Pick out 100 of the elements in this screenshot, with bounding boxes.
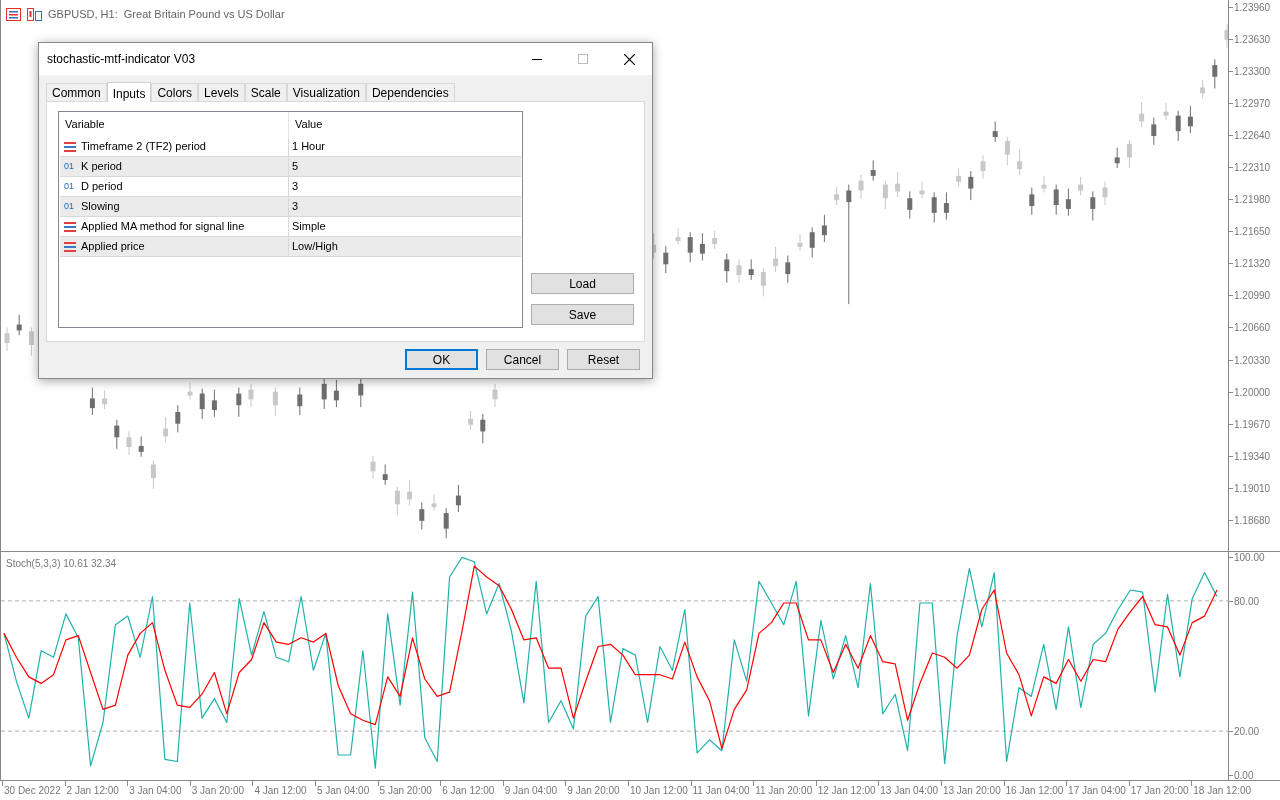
candlestick <box>687 231 693 263</box>
variable-value: 5 <box>291 159 299 175</box>
variable-value: 1 Hour <box>291 139 326 155</box>
candlestick <box>419 501 425 531</box>
time-label: 11 Jan 04:00 <box>691 784 751 798</box>
dialog-title: stochastic-mtf-indicator V03 <box>47 51 197 68</box>
candlestick <box>724 253 730 284</box>
table-row[interactable]: 01 Slowing 3 <box>60 197 521 217</box>
dialog-tab[interactable]: Colors <box>151 83 199 101</box>
time-label: 5 Jan 04:00 <box>315 784 371 798</box>
price-label: 1.20000 <box>1234 385 1271 400</box>
candlestick <box>675 227 681 246</box>
candlestick <box>797 233 803 252</box>
time-label: 17 Jan 04:00 <box>1067 784 1127 798</box>
candlestick <box>150 460 156 490</box>
candlestick <box>272 387 278 417</box>
candlestick <box>236 387 242 418</box>
dialog-button[interactable]: OK <box>405 349 478 370</box>
time-label: 30 Dec 2022 <box>3 784 62 798</box>
candlestick <box>175 404 181 433</box>
candlestick <box>736 258 742 284</box>
candlestick <box>907 190 913 220</box>
candlestick <box>358 377 364 408</box>
side-button[interactable]: Load <box>531 273 634 294</box>
price-label: 1.19340 <box>1234 449 1271 464</box>
candlestick <box>821 214 827 243</box>
time-label: 4 Jan 12:00 <box>253 784 308 798</box>
table-icon[interactable] <box>6 7 21 21</box>
side-button[interactable]: Save <box>531 304 634 325</box>
candlestick <box>919 181 925 199</box>
dialog-tab[interactable]: Scale <box>244 83 287 101</box>
dialog-button[interactable]: Cancel <box>486 349 559 370</box>
candlestick <box>1126 139 1132 169</box>
variable-name: Slowing <box>81 199 120 215</box>
time-label: 3 Jan 20:00 <box>190 784 246 798</box>
maximize-icon <box>578 54 588 64</box>
price-label: 1.21980 <box>1234 193 1271 208</box>
table-row[interactable]: 01 K period 5 <box>60 157 521 177</box>
time-label: 3 Jan 04:00 <box>128 784 183 798</box>
candlestick <box>1029 187 1035 216</box>
candlestick <box>699 232 705 261</box>
table-row[interactable]: 01 D period 3 <box>60 177 521 197</box>
candlestick <box>199 388 205 420</box>
chart-icon[interactable] <box>27 7 42 21</box>
price-label: 1.22640 <box>1234 129 1271 144</box>
candlestick <box>211 389 217 418</box>
candlestick <box>126 430 132 456</box>
candlestick <box>1212 58 1218 89</box>
list-icon <box>64 241 76 252</box>
dialog-tab[interactable]: Levels <box>198 83 245 101</box>
indicator-label: Stoch(5,3,3) 10.61 32.34 <box>6 557 117 571</box>
dialog-tab[interactable]: Common <box>46 83 107 101</box>
table-row[interactable]: Applied price Low/High <box>60 237 521 257</box>
candlestick <box>114 419 120 450</box>
candlestick <box>370 455 376 480</box>
candlestick <box>1102 181 1108 206</box>
candlestick <box>1163 102 1169 121</box>
candlestick <box>468 410 474 431</box>
dialog-tab[interactable]: Dependencies <box>365 83 455 101</box>
price-label: 1.20330 <box>1234 353 1271 368</box>
table-row[interactable]: Timeframe 2 (TF2) period 1 Hour <box>60 137 521 157</box>
candlestick <box>858 174 864 199</box>
time-label: 13 Jan 04:00 <box>879 784 940 798</box>
price-label: 1.22970 <box>1234 97 1271 111</box>
candlestick <box>382 463 388 486</box>
price-label: 1.23630 <box>1234 32 1271 47</box>
candlestick <box>333 379 339 408</box>
candlestick <box>748 258 754 281</box>
candlestick <box>1139 101 1145 128</box>
time-label: 18 Jan 12:00 <box>1192 784 1253 798</box>
table-row[interactable]: Applied MA method for signal line Simple <box>60 217 521 237</box>
candlestick <box>882 180 888 210</box>
list-icon <box>64 221 76 232</box>
candlestick <box>407 479 413 506</box>
candlestick <box>968 170 974 201</box>
price-label: 1.23300 <box>1234 64 1271 79</box>
level-label: 20.00 <box>1234 725 1260 740</box>
minimize-icon <box>532 58 542 60</box>
candlestick <box>846 184 852 305</box>
candlestick <box>943 191 949 221</box>
dialog-tab[interactable]: Inputs <box>106 82 152 102</box>
dialog-button[interactable]: Reset <box>567 349 640 370</box>
candlestick <box>895 171 901 198</box>
candlestick <box>1090 190 1096 222</box>
candlestick <box>760 267 766 297</box>
level-label: 80.00 <box>1234 594 1260 609</box>
time-label: 10 Jan 12:00 <box>628 784 689 798</box>
candlestick <box>834 186 840 206</box>
dialog-tab[interactable]: Visualization <box>286 83 366 101</box>
price-label: 1.22310 <box>1234 161 1271 176</box>
level-label: 100.00 <box>1234 551 1265 566</box>
price-label: 1.20660 <box>1234 321 1271 336</box>
candlestick <box>431 494 437 512</box>
column-header: Value <box>295 117 323 133</box>
time-label: 12 Jan 12:00 <box>816 784 877 798</box>
variable-name: K period <box>81 159 122 175</box>
candlestick <box>980 154 986 180</box>
candlestick <box>712 229 718 250</box>
variable-name: Applied price <box>81 239 145 255</box>
time-label: 6 Jan 12:00 <box>441 784 496 798</box>
